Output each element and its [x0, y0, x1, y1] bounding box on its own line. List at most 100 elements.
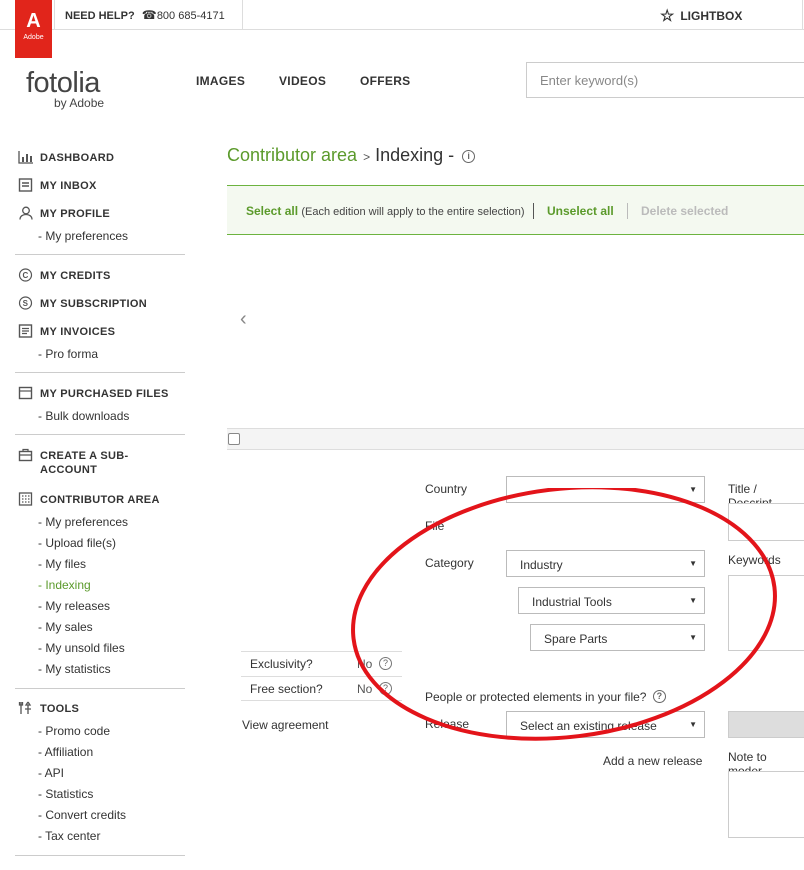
country-select[interactable]: ▼	[506, 476, 705, 503]
chevron-left-icon[interactable]: ‹	[240, 308, 247, 331]
free-section-value[interactable]: No	[357, 682, 372, 696]
selection-divider	[533, 203, 534, 219]
sidebar-item-purchased-files[interactable]: MY PURCHASED FILES	[18, 386, 169, 400]
dropdown-arrow-icon: ▼	[689, 720, 697, 729]
sidebar-divider	[15, 434, 185, 435]
add-release-link[interactable]: Add a new release	[603, 754, 702, 768]
view-agreement-link[interactable]: View agreement	[242, 718, 329, 732]
sidebar-sub-contrib-preferences[interactable]: - My preferences	[38, 515, 128, 529]
sidebar-sub-my-sales[interactable]: - My sales	[38, 620, 93, 634]
keywords-field[interactable]	[728, 575, 804, 651]
top-divider	[802, 0, 803, 30]
sidebar-item-contributor-area[interactable]: CONTRIBUTOR AREA	[18, 492, 160, 506]
sidebar-divider	[15, 688, 185, 689]
page-title: Indexing	[375, 145, 444, 165]
free-section-label: Free section?	[250, 682, 323, 696]
svg-text:S: S	[23, 299, 29, 308]
sidebar-sub-my-statistics[interactable]: - My statistics	[38, 662, 111, 676]
user-icon	[19, 206, 33, 220]
exclusivity-label: Exclusivity?	[250, 657, 313, 671]
sidebar-item-create-subaccount-line2[interactable]: ACCOUNT	[40, 464, 97, 476]
sidebar-sub-pro-forma[interactable]: - Pro forma	[38, 347, 98, 361]
svg-text:C: C	[22, 271, 28, 280]
grid-icon	[18, 492, 33, 506]
category-select-1[interactable]: Industry ▼	[506, 550, 705, 577]
sidebar-divider	[15, 372, 185, 373]
people-question: People or protected elements in your fil…	[425, 690, 666, 704]
options-table: Exclusivity? No ? Free section? No ?	[241, 651, 402, 701]
keywords-label: Keywords	[728, 553, 781, 567]
breadcrumb-dash: -	[448, 145, 455, 165]
sidebar-item-create-subaccount[interactable]: CREATE A SUB-	[18, 448, 128, 462]
help-icon[interactable]: ?	[379, 657, 392, 670]
info-icon[interactable]: i	[462, 150, 476, 163]
exclusivity-value[interactable]: No	[357, 657, 372, 671]
delete-selected-link[interactable]: Delete selected	[641, 204, 728, 218]
files-icon	[18, 386, 33, 400]
dropdown-arrow-icon: ▼	[689, 596, 697, 605]
sidebar-item-invoices[interactable]: MY INVOICES	[18, 324, 115, 338]
file-label: File	[425, 519, 445, 533]
sidebar-item-subscription[interactable]: S MY SUBSCRIPTION	[18, 296, 147, 310]
sidebar-item-dashboard[interactable]: DASHBOARD	[18, 150, 114, 164]
sidebar-item-inbox[interactable]: MY INBOX	[18, 178, 97, 192]
release-action-button[interactable]	[728, 711, 804, 738]
sidebar-item-tools[interactable]: TOOLS	[18, 701, 79, 715]
phone-number[interactable]: ☎ 800 685-4171	[142, 8, 225, 22]
release-label: Release	[425, 717, 470, 731]
tools-icon	[18, 701, 32, 714]
chart-icon	[18, 151, 33, 164]
breadcrumb-separator: >	[363, 150, 371, 164]
sidebar-sub-my-releases[interactable]: - My releases	[38, 599, 110, 613]
adobe-a-icon: A	[26, 10, 41, 32]
lightbox-link[interactable]: ☆ LIGHTBOX	[660, 6, 742, 26]
free-section-row: Free section? No ?	[241, 676, 402, 701]
selection-bar: Select all (Each edition will apply to t…	[227, 185, 804, 235]
select-all-note: (Each edition will apply to the entire s…	[301, 206, 525, 218]
sidebar-sub-indexing[interactable]: - Indexing	[38, 578, 91, 592]
search-input[interactable]	[526, 62, 804, 98]
adobe-logo[interactable]: A Adobe	[15, 0, 52, 58]
brand-name: fotolia	[26, 67, 100, 99]
sidebar-sub-statistics[interactable]: - Statistics	[38, 787, 93, 801]
help-icon[interactable]: ?	[379, 682, 392, 695]
adobe-logo-text: Adobe	[23, 34, 44, 41]
breadcrumb-root[interactable]: Contributor area	[227, 145, 357, 165]
sidebar-sub-unsold-files[interactable]: - My unsold files	[38, 641, 125, 655]
category-select-2[interactable]: Industrial Tools ▼	[518, 587, 705, 614]
unselect-all-link[interactable]: Unselect all	[547, 204, 614, 218]
sidebar-sub-affiliation[interactable]: - Affiliation	[38, 745, 93, 759]
copyright-icon: C	[18, 268, 33, 282]
nav-videos[interactable]: VIDEOS	[279, 74, 326, 88]
fotolia-logo[interactable]: fotolia by Adobe	[26, 68, 104, 110]
sidebar-sub-bulk-downloads[interactable]: - Bulk downloads	[38, 409, 129, 423]
top-divider	[54, 0, 55, 30]
note-to-moderator-field[interactable]	[728, 771, 804, 838]
sidebar-item-profile[interactable]: MY PROFILE	[18, 206, 110, 220]
top-bar: NEED HELP? ☎ 800 685-4171 ☆ LIGHTBOX	[0, 0, 804, 30]
sidebar-sub-convert-credits[interactable]: - Convert credits	[38, 808, 126, 822]
sidebar-item-credits[interactable]: C MY CREDITS	[18, 268, 111, 282]
country-label: Country	[425, 482, 468, 496]
sidebar-sub-my-files[interactable]: - My files	[38, 557, 86, 571]
dropdown-arrow-icon: ▼	[689, 485, 697, 494]
sidebar-sub-promo-code[interactable]: - Promo code	[38, 724, 110, 738]
select-all-link[interactable]: Select all (Each edition will apply to t…	[246, 204, 525, 218]
brand-sub: by Adobe	[54, 96, 105, 110]
top-divider	[242, 0, 243, 30]
title-description-field[interactable]	[728, 503, 804, 541]
sidebar-sub-api[interactable]: - API	[38, 766, 64, 780]
nav-offers[interactable]: OFFERS	[360, 74, 410, 88]
category-select-3[interactable]: Spare Parts ▼	[530, 624, 705, 651]
help-icon[interactable]: ?	[652, 690, 666, 703]
invoice-icon	[18, 324, 33, 338]
sidebar-sub-tax-center[interactable]: - Tax center	[38, 829, 100, 843]
inbox-icon	[18, 178, 33, 192]
dollar-icon: S	[18, 296, 33, 310]
nav-images[interactable]: IMAGES	[196, 74, 245, 88]
sidebar-sub-profile-preferences[interactable]: - My preferences	[38, 229, 128, 243]
help-label: NEED HELP?	[65, 10, 135, 22]
sidebar-sub-upload-files[interactable]: - Upload file(s)	[38, 536, 116, 550]
select-file-checkbox[interactable]	[228, 433, 240, 445]
release-select[interactable]: Select an existing release ▼	[506, 711, 705, 738]
